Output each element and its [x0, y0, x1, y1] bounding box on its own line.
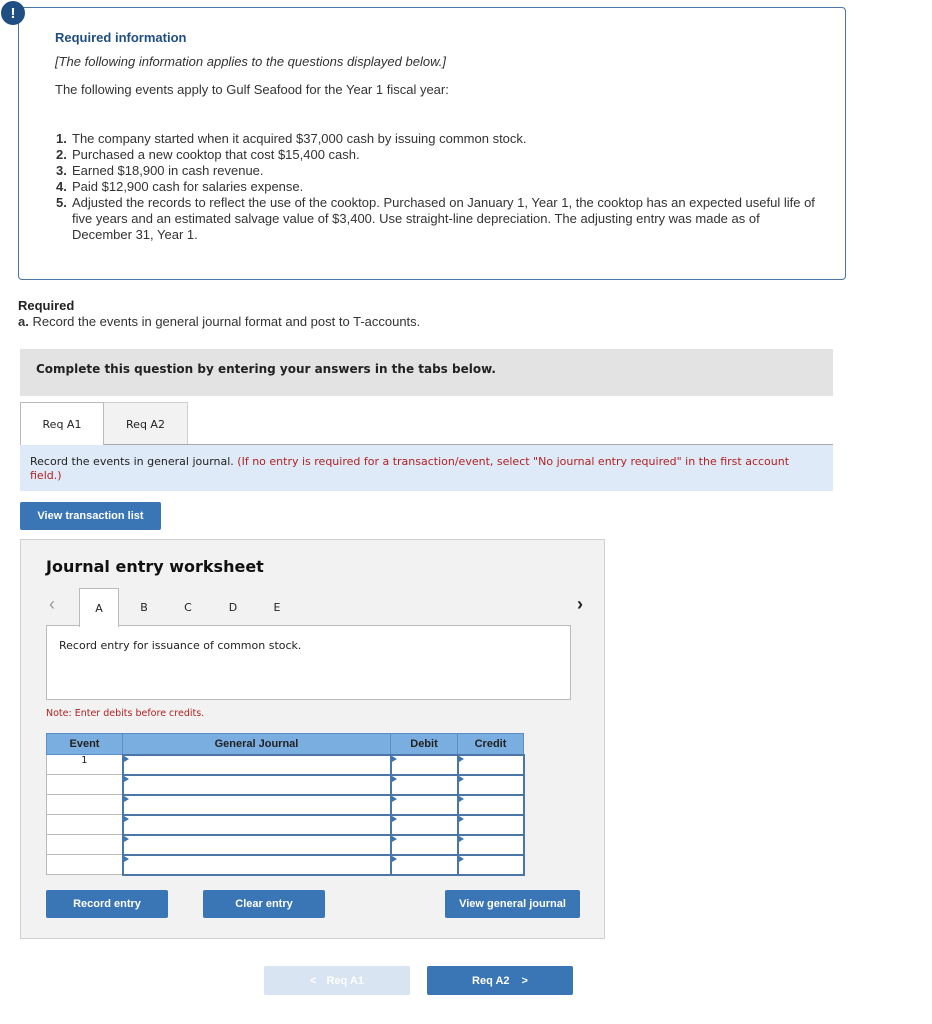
journal-row: 1: [46, 753, 525, 776]
dropdown-flag-icon: [391, 815, 397, 822]
entry-tab-b[interactable]: B: [124, 588, 164, 626]
record-entry-button[interactable]: Record entry: [46, 890, 168, 918]
worksheet-entry-tabs: ‹ A B C D E ›: [45, 588, 583, 627]
entry-tab-a[interactable]: A: [79, 588, 119, 627]
dropdown-flag-icon: [391, 775, 397, 782]
event-cell: [46, 814, 123, 835]
debit-input[interactable]: [389, 813, 459, 836]
entry-tab-d[interactable]: D: [213, 588, 253, 626]
dropdown-flag-icon: [391, 795, 397, 802]
instruction-text: Record the events in general journal.: [30, 455, 234, 468]
alert-icon: !: [1, 1, 25, 25]
event-item: 5. Adjusted the records to reflect the us…: [56, 195, 815, 242]
journal-row: [46, 833, 525, 856]
dropdown-flag-icon: [458, 815, 464, 822]
dropdown-flag-icon: [123, 815, 129, 822]
chevron-right-icon[interactable]: ›: [577, 594, 583, 615]
dropdown-flag-icon: [458, 835, 464, 842]
event-cell: [46, 834, 123, 855]
credit-input[interactable]: [456, 773, 525, 796]
info-intro: The following events apply to Gulf Seafo…: [55, 82, 449, 97]
chevron-right-icon: >: [521, 974, 528, 987]
journal-row: [46, 773, 525, 796]
entry-description: Record entry for issuance of common stoc…: [46, 625, 571, 700]
account-input[interactable]: [121, 793, 392, 816]
journal-table: Event General Journal Debit Credit 1: [46, 733, 525, 876]
journal-row: [46, 813, 525, 836]
chevron-left-icon: <: [310, 974, 317, 987]
dropdown-flag-icon: [458, 855, 464, 862]
view-transaction-list-button[interactable]: View transaction list: [20, 502, 161, 530]
clear-entry-button[interactable]: Clear entry: [203, 890, 325, 918]
complete-question-banner: Complete this question by entering your …: [20, 349, 833, 396]
requirement-tabs: Req A1 Req A2: [20, 402, 188, 446]
view-general-journal-button[interactable]: View general journal: [445, 890, 580, 918]
debit-input[interactable]: [389, 793, 459, 816]
journal-entry-worksheet: Journal entry worksheet ‹ A B C D E › Re…: [20, 539, 605, 939]
dropdown-flag-icon: [123, 755, 129, 762]
entry-tab-e[interactable]: E: [257, 588, 297, 626]
chevron-left-icon[interactable]: ‹: [49, 594, 55, 615]
event-cell: [46, 794, 123, 815]
debit-input[interactable]: [389, 753, 459, 776]
dropdown-flag-icon: [391, 855, 397, 862]
credit-input[interactable]: [456, 753, 525, 776]
account-input[interactable]: [121, 833, 392, 856]
instruction-panel: Record the events in general journal. (I…: [20, 445, 833, 491]
event-item: 4. Paid $12,900 cash for salaries expense…: [56, 179, 304, 194]
event-cell: [46, 774, 123, 795]
account-input[interactable]: [121, 813, 392, 836]
debit-input[interactable]: [389, 833, 459, 856]
dropdown-flag-icon: [458, 775, 464, 782]
account-input[interactable]: [121, 753, 392, 776]
entry-tab-c[interactable]: C: [168, 588, 208, 626]
debit-input[interactable]: [389, 773, 459, 796]
tab-req-a1[interactable]: Req A1: [20, 402, 104, 446]
debits-note: Note: Enter debits before credits.: [46, 708, 205, 719]
col-general-journal: General Journal: [122, 733, 391, 755]
info-title: Required information: [55, 30, 187, 45]
account-input[interactable]: [121, 773, 392, 796]
col-credit: Credit: [457, 733, 524, 755]
account-input[interactable]: [121, 853, 392, 876]
journal-row: [46, 853, 525, 876]
next-req-button[interactable]: Req A2 >: [427, 966, 573, 995]
col-event: Event: [46, 733, 123, 755]
dropdown-flag-icon: [123, 855, 129, 862]
credit-input[interactable]: [456, 813, 525, 836]
dropdown-flag-icon: [123, 795, 129, 802]
credit-input[interactable]: [456, 793, 525, 816]
credit-input[interactable]: [456, 833, 525, 856]
dropdown-flag-icon: [123, 835, 129, 842]
journal-row: [46, 793, 525, 816]
dropdown-flag-icon: [458, 795, 464, 802]
info-subtitle: [The following information applies to th…: [55, 54, 446, 69]
dropdown-flag-icon: [391, 755, 397, 762]
dropdown-flag-icon: [458, 755, 464, 762]
event-cell: 1: [46, 754, 123, 775]
event-item: 3. Earned $18,900 in cash revenue.: [56, 163, 264, 178]
dropdown-flag-icon: [391, 835, 397, 842]
events-list: 1. The company started when it acquired $…: [56, 131, 816, 243]
prev-req-button[interactable]: < Req A1: [264, 966, 410, 995]
debit-input[interactable]: [389, 853, 459, 876]
credit-input[interactable]: [456, 853, 525, 876]
event-item: 2. Purchased a new cooktop that cost $15,…: [56, 147, 360, 162]
tab-req-a2[interactable]: Req A2: [104, 402, 188, 445]
event-item: 1. The company started when it acquired $…: [56, 131, 527, 146]
required-part-a: a. Record the events in general journal …: [18, 314, 421, 329]
required-heading: Required: [18, 298, 75, 313]
dropdown-flag-icon: [123, 775, 129, 782]
worksheet-title: Journal entry worksheet: [46, 557, 264, 576]
col-debit: Debit: [390, 733, 458, 755]
event-cell: [46, 854, 123, 875]
